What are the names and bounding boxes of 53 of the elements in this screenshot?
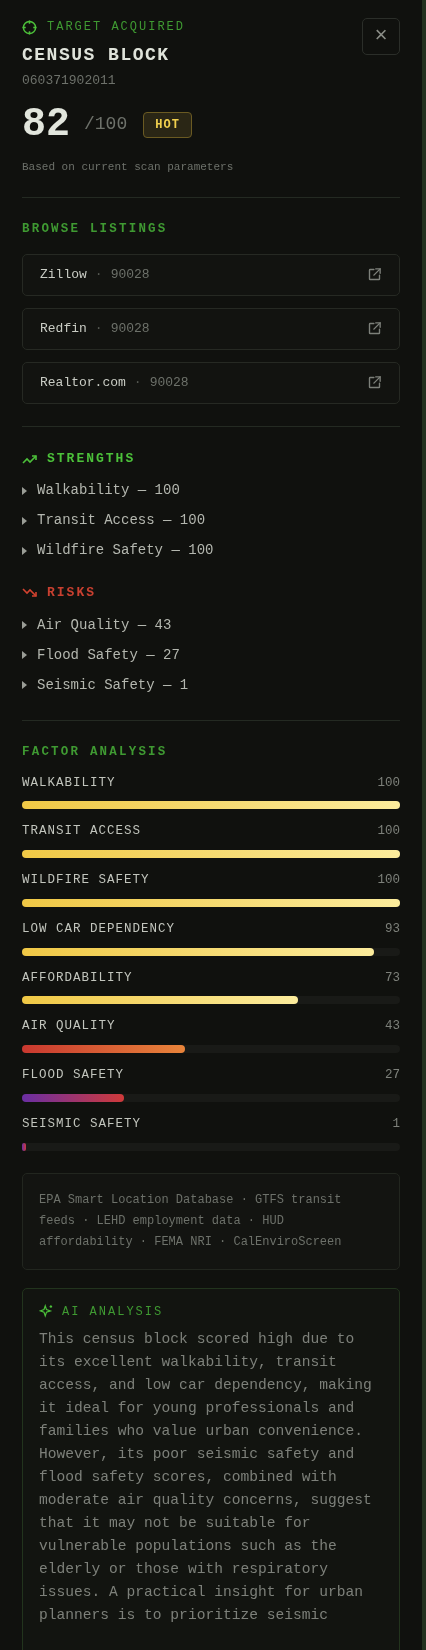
factor-label: SEISMIC SAFETY [22,1115,142,1133]
ai-analysis-text: This census block scored high due to its excellent walkability, transit access, and low car dependency, making it ideal for young professionals and families who value urban convenience. However, its poor seismic safety and flood safety scores, combined with moderate air quality concerns, suggest that it may not be suitable for vulnerable populations such as the elderly or those with respiratory issues. A practical insight for urban planners is to prioritize seismic [39,1329,373,1625]
section-heading: FACTOR ANALYSIS [22,743,169,761]
factor-label: WILDFIRE SAFETY [22,872,150,889]
status-label: TARGET ACQUIRED [47,19,186,36]
risks-heading: RISKS [47,584,96,603]
strength-item: Walkability — 100 [37,481,180,501]
rating-badge: HOT [143,111,192,138]
sparkles-icon [39,1304,54,1319]
block-id: 060371902011 [22,72,117,90]
factor-label: WALKABILITY [22,774,116,792]
factor-score: 93 [385,920,400,938]
factor-score: 100 [377,774,400,792]
trending-up-icon [22,452,38,465]
bullet-icon [22,546,27,555]
factor-score: 1 [392,1115,400,1133]
strengths-heading: STRENGTHS [47,449,136,468]
trending-down-icon [22,587,38,599]
strength-item: Wildfire Safety — 100 [37,541,214,561]
factor-label: AIR QUALITY [22,1018,116,1036]
factor-label: FLOOD SAFETY [22,1067,124,1084]
bullet-icon [22,681,27,690]
factor-label: LOW CAR DEPENDENCY [22,920,176,938]
section-heading: BROWSE LISTINGS [22,221,169,238]
strength-item: Transit Access — 100 [37,511,206,531]
score-max: /100 [84,113,128,136]
bullet-icon [22,486,27,495]
block-title: CENSUS BLOCK [22,44,171,67]
risk-item: Seismic Safety — 1 [37,675,189,695]
listing-link[interactable]: Redfin · 90028 [22,307,400,350]
external-link-icon [367,267,382,283]
listing-link[interactable]: Realtor.com · 90028 [22,361,400,404]
factor-score: 100 [377,823,400,841]
bullet-icon [22,516,27,525]
score-caption: Based on current scan parameters [22,159,235,175]
crosshair-icon [22,19,37,35]
sources-text: EPA Smart Location Database · GTFS transit feeds · LEHD employment data · HUD affordability · FEMA NRI · CalEnviroScreen [39,1191,343,1251]
factor-score: 100 [377,872,400,889]
external-link-icon [367,321,382,337]
factor-score: 73 [385,969,400,987]
risk-item: Air Quality — 43 [37,615,172,635]
factor-score: 43 [385,1018,400,1036]
score-value: 82 [22,104,70,145]
factor-label: AFFORDABILITY [22,969,133,987]
external-link-icon [367,375,382,391]
bullet-icon [22,651,27,660]
close-button[interactable]: × [362,18,400,55]
factor-score: 27 [385,1067,400,1084]
risk-item: Flood Safety — 27 [37,645,180,665]
factor-label: TRANSIT ACCESS [22,823,142,841]
bullet-icon [22,621,27,630]
ai-heading: AI ANALYSIS [62,1303,164,1321]
listing-link[interactable]: Zillow · 90028 [22,253,400,296]
